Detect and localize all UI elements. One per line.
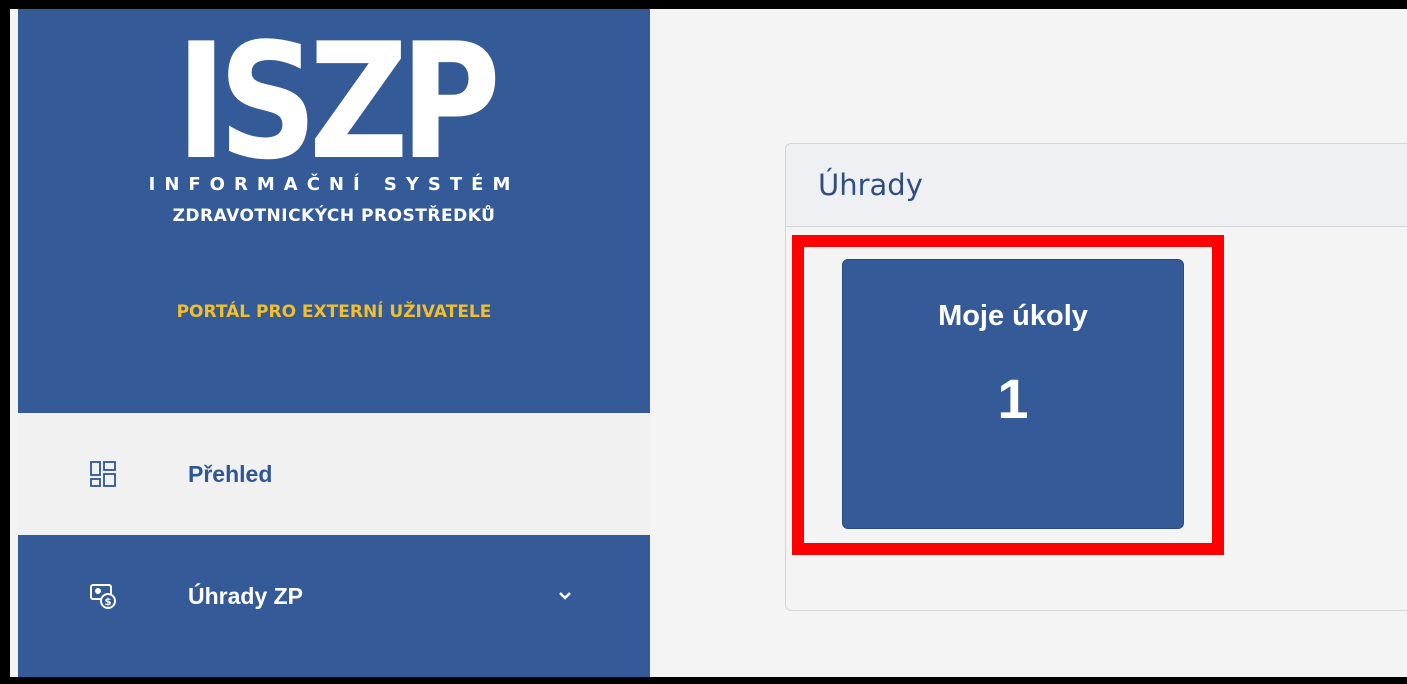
- portal-label: PORTÁL PRO EXTERNÍ UŽIVATELE: [176, 302, 492, 322]
- sidebar: ISZP INFORMAČNÍ SYSTÉM ZDRAVOTNICKÝCH PR…: [18, 9, 650, 677]
- sidebar-item-label: Úhrady ZP: [188, 582, 304, 609]
- sidebar-item-label: Přehled: [188, 460, 273, 487]
- logo-text: ISZP: [175, 9, 501, 195]
- tile-moje-ukoly[interactable]: Moje úkoly 1: [842, 259, 1184, 529]
- svg-text:$: $: [105, 597, 112, 608]
- panel-header: Úhrady: [786, 144, 1407, 227]
- panel-title: Úhrady: [818, 168, 923, 202]
- logo-block: ISZP INFORMAČNÍ SYSTÉM ZDRAVOTNICKÝCH PR…: [18, 9, 650, 413]
- sidebar-item-prehled[interactable]: Přehled: [18, 413, 650, 535]
- payment-icon: $: [90, 584, 116, 609]
- sidebar-item-uhrady-zp[interactable]: $ Úhrady ZP: [18, 535, 650, 657]
- app-frame: ISZP INFORMAČNÍ SYSTÉM ZDRAVOTNICKÝCH PR…: [10, 9, 1407, 677]
- dashboard-icon: [90, 461, 116, 487]
- chevron-down-icon[interactable]: [558, 589, 572, 603]
- tile-count: 1: [997, 367, 1029, 430]
- logo-subtitle-line2: ZDRAVOTNICKÝCH PROSTŘEDKŮ: [172, 206, 496, 226]
- tile-label: Moje úkoly: [938, 300, 1088, 332]
- logo-subtitle-line1: INFORMAČNÍ SYSTÉM: [148, 174, 520, 195]
